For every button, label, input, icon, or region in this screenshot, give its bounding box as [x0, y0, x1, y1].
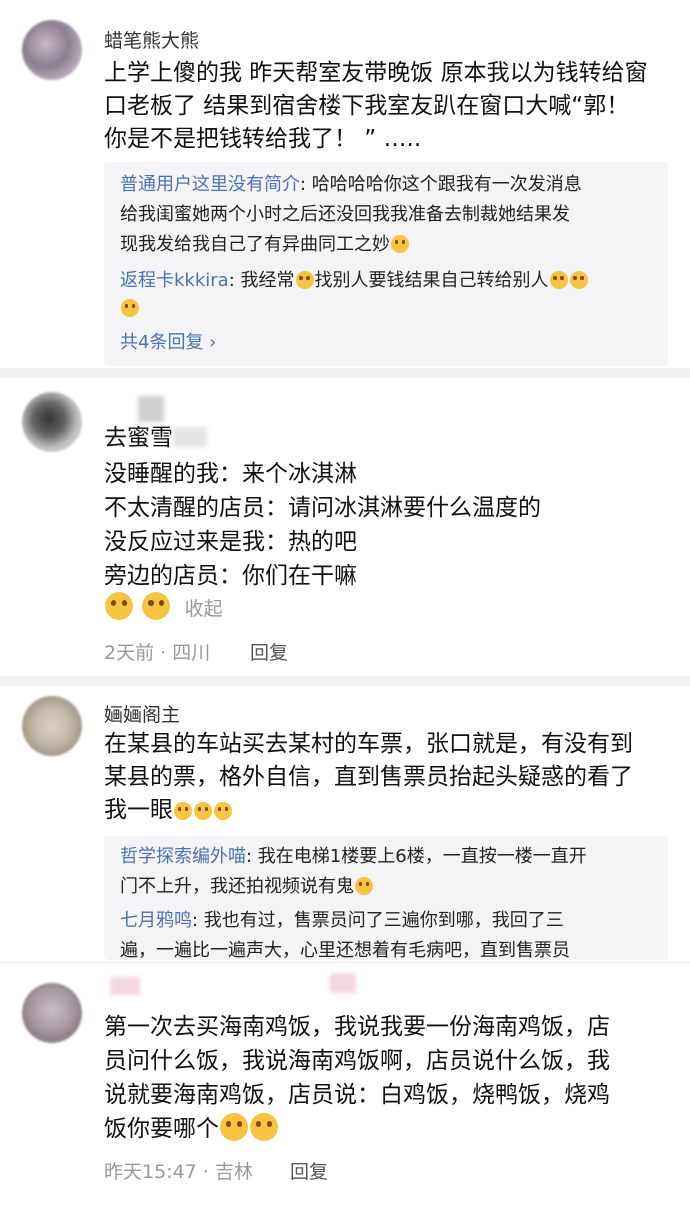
- reply-text: 现我发给我自己了有异曲同工之妙: [120, 234, 390, 255]
- reply-text-line: 遍，一遍比一遍声大，心里还想着有毛病吧，直到售票员: [120, 940, 570, 960]
- comment-text-line: 没睡醒的我：来个冰淇淋: [104, 461, 357, 487]
- comment-text-line: 上学上傻的我 昨天帮室友带晚饭 原本我以为钱转给窗: [104, 60, 648, 86]
- emoji-row: 收起: [104, 592, 223, 626]
- comment-card: 第一次去买海南鸡饭，我说我要一份海南鸡饭，店 员问什么饭，我说海南鸡饭啊，店员说…: [0, 962, 690, 1207]
- sweat-smile-emoji: [549, 271, 568, 289]
- sweat-smile-emoji: [391, 235, 409, 253]
- comment-text-line: 旁边的店员：你们在干嘛: [104, 563, 357, 589]
- comment-text-line: 说就要海南鸡饭，店员说：白鸡饭，烧鸭饭，烧鸡: [104, 1082, 610, 1108]
- comment-username[interactable]: 蜡笔熊大熊: [104, 26, 199, 53]
- comment-text-line: 员问什么饭，我说海南鸡饭啊，店员说什么饭，我: [104, 1048, 610, 1074]
- reply-username[interactable]: 七月鸦鸣: [120, 910, 192, 931]
- comment-card: 婳婳阁主 在某县的车站买去某村的车票，张口就是，有没有到 某县的票，格外自信，直…: [0, 686, 690, 960]
- comment-card: 蜡笔熊大熊 上学上傻的我 昨天帮室友带晚饭 原本我以为钱转给窗 口老板了 结果到…: [0, 0, 690, 368]
- rolling-eyes-emoji: [174, 802, 192, 820]
- replies-box: 哲学探索编外喵: 我在电梯1楼要上6楼，一直按一楼一直开 门不上升，我还拍视频说…: [104, 836, 668, 960]
- comment-meta: 2天前 · 四川: [104, 642, 211, 664]
- cry-emoji: [220, 1113, 248, 1141]
- reply-text: 哈哈哈哈你这个跟我有一次发消息: [311, 174, 582, 195]
- redacted-username: [110, 977, 140, 995]
- comment-text-line: 某县的票，格外自信，直到售票员抬起头疑惑的看了: [104, 764, 633, 790]
- reply-text: 我经常: [240, 270, 295, 291]
- sweat-smile-emoji: [121, 299, 139, 317]
- reply-text: 门不上升，我还拍视频说有鬼: [120, 876, 354, 897]
- comment-text-line: 没反应过来是我：热的吧: [104, 529, 357, 555]
- rolling-eyes-emoji: [194, 802, 212, 820]
- reply-item[interactable]: 普通用户这里没有简介: 哈哈哈哈你这个跟我有一次发消息: [120, 170, 582, 200]
- cry-laugh-emoji: [295, 271, 314, 289]
- comment-text-line: 去蜜雪: [104, 422, 207, 455]
- rolling-eyes-emoji: [214, 802, 232, 820]
- avatar[interactable]: [22, 696, 82, 756]
- reply-item: 门不上升，我还拍视频说有鬼: [120, 872, 374, 902]
- big-laugh-emoji: [142, 592, 171, 620]
- comment-text-line: 你是不是把钱转给我了！ ” …..: [104, 126, 422, 152]
- avatar[interactable]: [22, 983, 82, 1043]
- reply-username[interactable]: 哲学探索编外喵: [120, 846, 246, 867]
- comment-text-line: 我一眼: [104, 794, 233, 827]
- reply-item[interactable]: 七月鸦鸣: 我也有过，售票员问了三遍你到哪，我回了三: [120, 906, 564, 936]
- reply-button[interactable]: 回复: [290, 1157, 328, 1184]
- redacted-text: [173, 427, 207, 447]
- reply-text: 我在电梯1楼要上6楼，一直按一楼一直开: [257, 846, 587, 867]
- replies-box: 普通用户这里没有简介: 哈哈哈哈你这个跟我有一次发消息 给我闺蜜她两个小时之后还…: [104, 162, 668, 366]
- comment-text-line: 第一次去买海南鸡饭，我说我要一份海南鸡饭，店: [104, 1014, 610, 1040]
- comment-username[interactable]: 婳婳阁主: [104, 700, 180, 727]
- sweat-smile-emoji: [569, 271, 588, 289]
- comment-card: 去蜜雪 没睡醒的我：来个冰淇淋 不太清醒的店员：请问冰淇淋要什么温度的 没反应过…: [0, 378, 690, 676]
- separator: [0, 676, 690, 686]
- reply-username[interactable]: 普通用户这里没有简介: [120, 174, 300, 195]
- reply-emoji-line: [120, 294, 140, 324]
- separator: [0, 368, 690, 378]
- redacted-username: [138, 396, 164, 422]
- more-replies-link[interactable]: 共4条回复 ›: [120, 328, 216, 354]
- big-laugh-emoji: [105, 592, 133, 620]
- reply-item: 现我发给我自己了有异曲同工之妙: [120, 230, 410, 260]
- comment-text-line: 不太清醒的店员：请问冰淇淋要什么温度的: [104, 495, 541, 521]
- redacted-username: [330, 973, 356, 993]
- reply-item[interactable]: 哲学探索编外喵: 我在电梯1楼要上6楼，一直按一楼一直开: [120, 842, 587, 872]
- reply-button[interactable]: 回复: [250, 638, 288, 665]
- cry-emoji: [250, 1113, 278, 1141]
- collapse-link[interactable]: 收起: [185, 598, 223, 620]
- reply-text: 找别人要钱结果自己转给别人: [314, 270, 549, 291]
- cry-emoji: [355, 877, 373, 895]
- avatar[interactable]: [22, 392, 82, 452]
- reply-text-line: 给我闺蜜她两个小时之后还没回我我准备去制裁她结果发: [120, 204, 570, 225]
- avatar[interactable]: [22, 20, 82, 80]
- comment-meta: 昨天15:47 · 吉林: [104, 1161, 253, 1183]
- reply-item[interactable]: 返程卡kkkira: 我经常 找别人要钱结果自己转给别人: [120, 266, 589, 296]
- reply-username[interactable]: 返程卡kkkira: [120, 270, 229, 291]
- reply-text: 我也有过，售票员问了三遍你到哪，我回了三: [203, 910, 564, 931]
- comment-text-line: 口老板了 结果到宿舍楼下我室友趴在窗口大喊“郭！: [104, 93, 630, 119]
- comment-text-line: 饭你要哪个: [104, 1113, 279, 1146]
- comment-text-line: 在某县的车站买去某村的车票，张口就是，有没有到: [104, 731, 633, 757]
